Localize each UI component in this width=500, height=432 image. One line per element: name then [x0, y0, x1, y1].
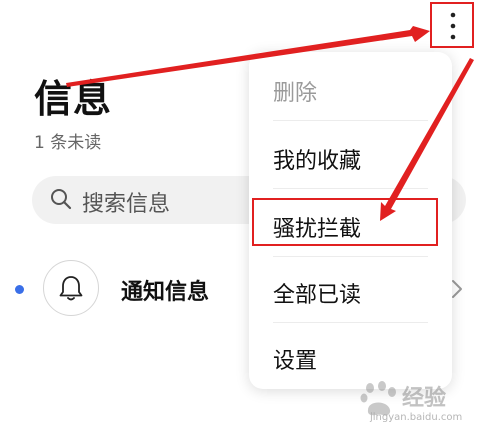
menu-item-label: 删除 — [273, 81, 318, 106]
bell-icon — [59, 276, 83, 301]
list-item-title: 通知信息 — [121, 280, 210, 305]
page-title: 信息 — [34, 77, 113, 121]
menu-item-spam-block[interactable]: 骚扰拦截 — [249, 192, 452, 258]
menu-item-label: 全部已读 — [273, 283, 362, 308]
menu-item-label: 设置 — [273, 349, 318, 374]
more-options-button[interactable] — [430, 2, 474, 48]
more-vertical-icon — [450, 12, 456, 40]
menu-item-label: 骚扰拦截 — [273, 217, 362, 242]
menu-divider — [273, 256, 428, 257]
menu-item-favorites[interactable]: 我的收藏 — [249, 124, 452, 190]
watermark-url: jingyan.baidu.com — [370, 412, 463, 423]
menu-divider — [273, 188, 428, 189]
menu-item-label: 我的收藏 — [273, 149, 362, 174]
search-placeholder: 搜索信息 — [82, 192, 171, 217]
overflow-menu: 删除 我的收藏 骚扰拦截 全部已读 设置 — [249, 52, 452, 389]
chevron-right-icon — [452, 280, 462, 298]
menu-divider — [273, 120, 428, 121]
menu-item-settings[interactable]: 设置 — [249, 324, 452, 390]
avatar — [43, 260, 99, 316]
menu-item-mark-all-read[interactable]: 全部已读 — [249, 258, 452, 324]
search-icon — [51, 189, 72, 210]
messages-screen: 信息 1 条未读 搜索信息 通知信息 删除 我的收藏 骚扰拦截 全部已读 设置 … — [0, 0, 500, 432]
unread-dot — [15, 285, 24, 294]
unread-count: 1 条未读 — [34, 133, 102, 153]
menu-item-delete[interactable]: 删除 — [249, 56, 452, 122]
menu-divider — [273, 322, 428, 323]
